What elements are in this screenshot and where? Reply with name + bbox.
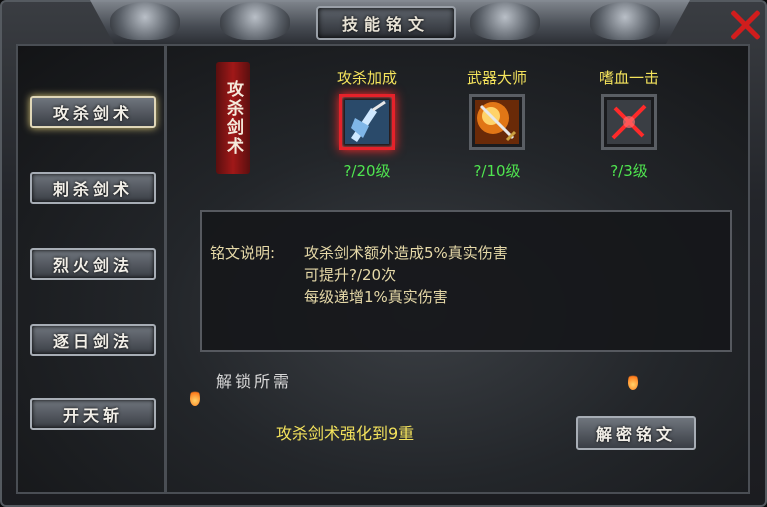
inscription-level: ?/3级 (610, 162, 648, 180)
dragon-ornament-right-2 (590, 2, 660, 40)
panel-divider (164, 46, 167, 492)
ice-sword-icon (345, 100, 389, 144)
torch-flame-icon (628, 372, 638, 390)
inscription-icon-box[interactable] (469, 94, 525, 150)
inscription-level: ?/10级 (473, 162, 521, 180)
sidebar-item-label: 烈火剑法 (52, 256, 133, 275)
inscription-name: 攻杀加成 (336, 69, 397, 87)
sidebar-item-label: 开天斩 (62, 406, 123, 425)
flame-sword-icon (475, 100, 519, 144)
inscription-icon-box[interactable] (601, 94, 657, 150)
inscription-slot-shixue: 嗜血一击 ?/3级 (574, 68, 684, 181)
unlock-requirement-title: 解锁所需 (216, 372, 293, 391)
inscription-level: ?/20级 (343, 162, 391, 180)
sidebar-item-label: 逐日剑法 (52, 332, 133, 351)
dragon-ornament-left-2 (220, 2, 290, 40)
window-title-plate: 技能铭文 (316, 6, 456, 40)
decrypt-inscription-label: 解密铭文 (595, 425, 676, 444)
dragon-ornament-left (110, 2, 180, 40)
inscription-name: 嗜血一击 (598, 69, 659, 87)
inscription-slot-wuqi: 武器大师 ?/10级 (442, 68, 552, 181)
sidebar-item-kaitian[interactable]: 开天斩 (30, 398, 156, 430)
inscription-description-panel: 铭文说明: 攻杀剑术额外造成5%真实伤害 可提升?/20次 每级递增1%真实伤害 (200, 210, 732, 352)
blood-slash-icon (607, 100, 651, 144)
sidebar-item-label: 刺杀剑术 (52, 180, 133, 199)
inscription-slot-gongsha: 攻杀加成 ?/20级 (312, 68, 422, 181)
sidebar-item-cisha[interactable]: 刺杀剑术 (30, 172, 156, 204)
sidebar-item-gongsha[interactable]: 攻杀剑术 (30, 96, 156, 128)
description-line: 攻杀剑术额外造成5%真实伤害 (304, 244, 508, 262)
skill-banner: 攻杀剑术 (216, 62, 250, 174)
description-line: 每级递增1%真实伤害 (304, 288, 448, 306)
sidebar-item-zhuri[interactable]: 逐日剑法 (30, 324, 156, 356)
skill-banner-label: 攻杀剑术 (223, 80, 243, 156)
torch-flame-icon (190, 388, 200, 406)
sidebar-item-liehuo[interactable]: 烈火剑法 (30, 248, 156, 280)
close-icon[interactable] (728, 8, 762, 42)
inscription-icon-box[interactable] (339, 94, 395, 150)
description-line: 可提升?/20次 (304, 266, 397, 284)
description-label: 铭文说明: (210, 244, 276, 262)
inscription-name: 武器大师 (466, 69, 527, 87)
dragon-ornament-right (470, 2, 540, 40)
decrypt-inscription-button[interactable]: 解密铭文 (576, 416, 696, 450)
unlock-requirement-text: 攻杀剑术强化到9重 (276, 424, 415, 443)
window-title: 技能铭文 (341, 15, 430, 34)
sidebar-item-label: 攻杀剑术 (52, 104, 133, 123)
